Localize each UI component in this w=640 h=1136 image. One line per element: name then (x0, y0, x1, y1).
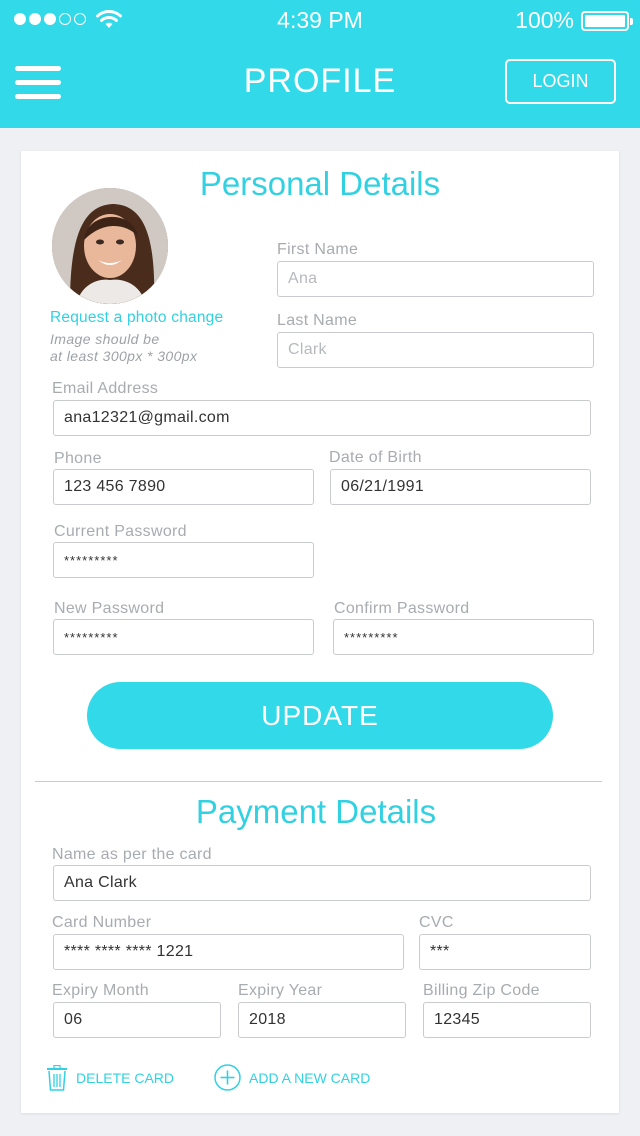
trash-icon (47, 1065, 67, 1091)
first-name-label: First Name (277, 241, 359, 258)
delete-card-label: DELETE CARD (76, 1070, 175, 1086)
cvc-field[interactable]: *** (419, 934, 591, 970)
battery-percentage: 100% (515, 7, 574, 33)
add-new-card-button[interactable]: ADD A NEW CARD (214, 1064, 370, 1091)
expiry-month-field[interactable]: 06 (53, 1002, 221, 1038)
zip-code-label: Billing Zip Code (423, 982, 540, 999)
add-new-card-label: ADD A NEW CARD (249, 1069, 371, 1086)
update-button[interactable]: UPDATE (87, 682, 553, 749)
status-bar: 4:39 PM 100% (0, 0, 640, 40)
card-name-field[interactable]: Ana Clark (53, 865, 591, 901)
avatar (52, 188, 168, 304)
profile-card: Personal Details Request a photo change … (21, 151, 619, 1113)
email-label: Email Address (52, 380, 159, 397)
plus-circle-icon (214, 1064, 241, 1091)
card-number-label: Card Number (52, 914, 152, 931)
card-number-field[interactable]: **** **** **** 1221 (53, 934, 404, 970)
delete-card-button[interactable]: DELETE CARD (46, 1065, 174, 1091)
new-password-label: New Password (54, 600, 165, 617)
confirm-password-field[interactable]: ********* (333, 619, 594, 655)
battery-icon (581, 11, 633, 31)
phone-label: Phone (54, 450, 102, 467)
expiry-year-label: Expiry Year (238, 982, 323, 999)
payment-details-heading: Payment Details (195, 793, 437, 830)
first-name-field[interactable]: Ana (277, 261, 594, 297)
login-button[interactable]: LOGIN (505, 59, 616, 104)
card-name-label: Name as per the card (52, 846, 212, 863)
photo-hint-line1: Image should be (50, 331, 160, 347)
last-name-field[interactable]: Clark (277, 332, 594, 368)
new-password-field[interactable]: ********* (53, 619, 314, 655)
top-bar: 4:39 PM 100% PROFILE LOGIN (0, 0, 640, 128)
dob-label: Date of Birth (329, 449, 422, 466)
confirm-password-label: Confirm Password (334, 600, 470, 617)
expiry-month-label: Expiry Month (52, 982, 149, 999)
last-name-label: Last Name (277, 312, 358, 329)
phone-field[interactable]: 123 456 7890 (53, 469, 314, 505)
cvc-label: CVC (419, 914, 454, 931)
current-password-label: Current Password (54, 523, 187, 540)
photo-hint-line2: at least 300px * 300px (50, 348, 198, 364)
zip-code-field[interactable]: 12345 (423, 1002, 591, 1038)
dob-field[interactable]: 06/21/1991 (330, 469, 591, 505)
email-field[interactable]: ana12321@gmail.com (53, 400, 591, 436)
request-photo-change-link[interactable]: Request a photo change (50, 309, 223, 327)
section-divider (35, 781, 602, 782)
current-password-field[interactable]: ********* (53, 542, 314, 578)
expiry-year-field[interactable]: 2018 (238, 1002, 406, 1038)
